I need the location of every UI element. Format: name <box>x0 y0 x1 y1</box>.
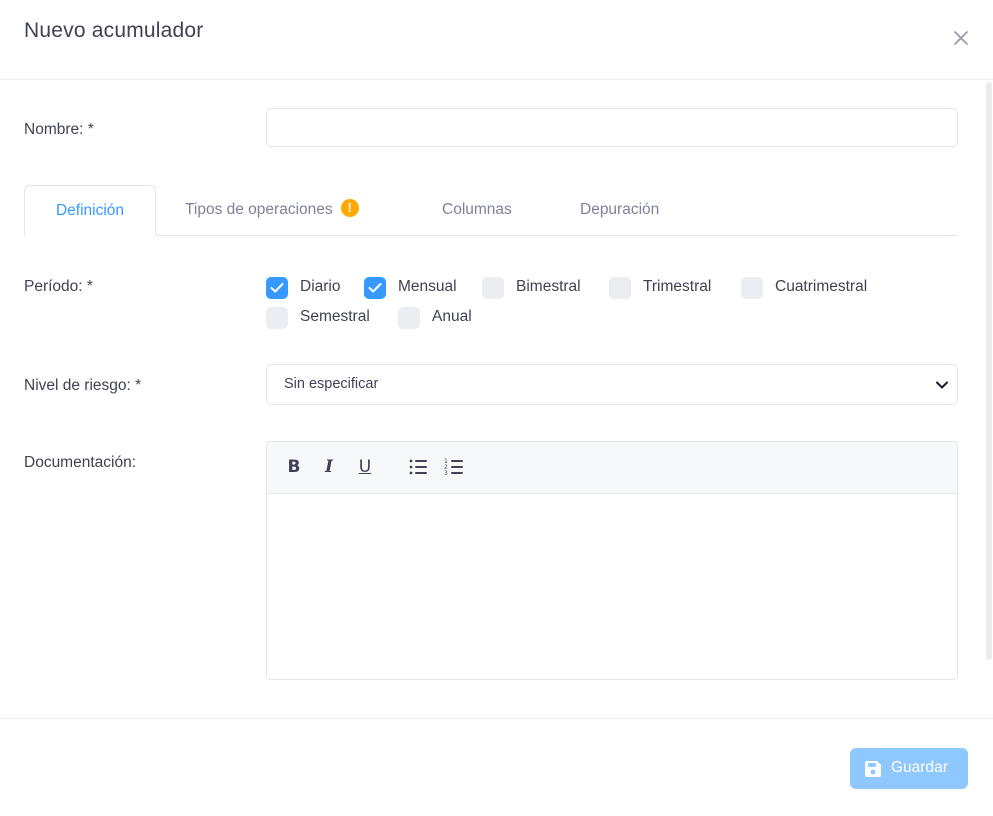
checkbox-box[interactable] <box>741 277 763 299</box>
tab-label: Tipos de operaciones <box>185 201 333 218</box>
risk-level-value: Sin especificar <box>284 376 379 392</box>
save-button[interactable]: Guardar <box>850 748 968 789</box>
tab-tipos-de-operaciones[interactable]: Tipos de operaciones! <box>185 185 359 235</box>
checkbox-box[interactable] <box>266 277 288 299</box>
tab-label: Depuración <box>580 201 660 218</box>
name-label: Nombre: * <box>24 121 94 138</box>
underline-button[interactable]: U <box>354 456 376 478</box>
tab-label: Definición <box>55 202 125 219</box>
modal-header: Nuevo acumulador <box>0 0 993 80</box>
checkbox-label: Trimestral <box>643 278 712 295</box>
editor-toolbar: B I U 123 <box>267 442 957 494</box>
bullet-list-icon[interactable] <box>407 456 429 478</box>
close-icon[interactable] <box>950 27 972 49</box>
tab-label: Columnas <box>442 201 512 218</box>
risk-level-label: Nivel de riesgo: * <box>24 377 142 394</box>
checkbox-box[interactable] <box>482 277 504 299</box>
warning-icon: ! <box>340 199 359 217</box>
chevron-down-icon <box>936 381 948 389</box>
save-button-label: Guardar <box>891 759 948 776</box>
bold-button[interactable]: B <box>283 456 305 478</box>
tab-columnas[interactable]: Columnas <box>442 185 512 235</box>
period-label: Período: * <box>24 278 93 295</box>
floppy-disk-icon <box>864 761 881 777</box>
svg-text:3: 3 <box>444 470 448 477</box>
tab-bar: Definición Tipos de operaciones! Columna… <box>24 185 958 236</box>
editor-content-area[interactable] <box>267 494 957 679</box>
checkbox-label: Diario <box>300 278 341 295</box>
checkbox-label: Semestral <box>300 308 370 325</box>
checkbox-box[interactable] <box>266 307 288 329</box>
checkbox-box[interactable] <box>609 277 631 299</box>
modal-footer <box>0 718 993 816</box>
risk-level-select[interactable]: Sin especificar <box>266 364 958 405</box>
checkbox-label: Bimestral <box>516 278 581 295</box>
checkbox-label: Cuatrimestral <box>775 278 868 295</box>
checkbox-label: Anual <box>432 308 472 325</box>
tab-depuracion[interactable]: Depuración <box>580 185 659 235</box>
scrollbar[interactable] <box>986 82 992 660</box>
documentation-label: Documentación: <box>24 454 137 471</box>
tab-definicion[interactable]: Definición <box>24 185 156 236</box>
modal-title: Nuevo acumulador <box>24 19 204 42</box>
rich-text-editor: B I U 123 <box>266 441 958 680</box>
numbered-list-icon[interactable]: 123 <box>443 456 465 478</box>
checkbox-box[interactable] <box>398 307 420 329</box>
name-input[interactable] <box>266 108 958 147</box>
italic-button[interactable]: I <box>318 456 340 478</box>
checkbox-label: Mensual <box>398 278 457 295</box>
checkbox-box[interactable] <box>364 277 386 299</box>
